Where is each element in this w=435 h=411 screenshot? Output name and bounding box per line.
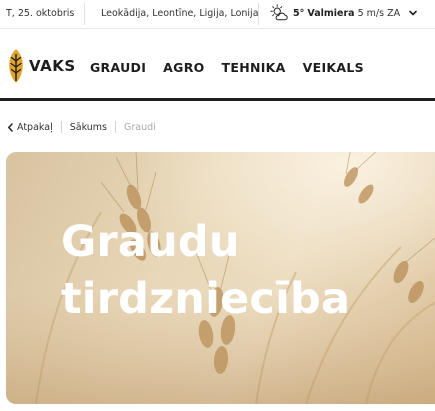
namedays-text: Leokādija, Leontīne, Ligija, Lonija [101, 8, 259, 19]
breadcrumb-current: Graudi [124, 121, 156, 133]
breadcrumb-separator [115, 121, 117, 133]
site-logo[interactable]: VAKS [6, 48, 76, 84]
breadcrumb: Atpakaļ Sākums Graudi [7, 120, 156, 134]
current-date: T, 25. oktobris [6, 8, 75, 19]
chevron-down-icon[interactable] [408, 8, 418, 18]
hero-banner: Graudu tirdzniecība [6, 152, 435, 404]
weather-wind: 5 m/s ZA [357, 7, 401, 19]
header-divider [0, 98, 435, 101]
weather-city: Valmiera [307, 7, 355, 19]
weather-widget[interactable]: 5° Valmiera 5 m/s ZA [270, 3, 418, 23]
logo-text: VAKS [29, 57, 76, 75]
breadcrumb-separator [60, 121, 62, 133]
weather-temperature: 5° [293, 7, 305, 19]
nav-item-graudi[interactable]: GRAUDI [90, 60, 146, 75]
hero-title-line-1: Graudu [61, 217, 240, 267]
breadcrumb-home[interactable]: Sākums [70, 122, 107, 133]
hero-title: Graudu tirdzniecība [61, 214, 350, 328]
back-label: Atpakaļ [17, 121, 53, 133]
nav-item-tehnika[interactable]: TEHNIKA [222, 60, 286, 75]
hero-title-line-2: tirdzniecība [61, 274, 351, 324]
nav-item-agro[interactable]: AGRO [163, 60, 204, 75]
divider [258, 3, 259, 25]
chevron-left-icon [8, 122, 13, 132]
partly-cloudy-icon [270, 4, 288, 21]
main-navigation: VAKS GRAUDI AGRO TEHNIKA VEIKALS [0, 28, 435, 99]
divider [84, 3, 85, 25]
nav-menu: GRAUDI AGRO TEHNIKA VEIKALS [90, 60, 381, 75]
back-link[interactable]: Atpakaļ [7, 122, 53, 133]
top-info-bar: T, 25. oktobris Leokādija, Leontīne, Lig… [0, 0, 435, 28]
nav-item-veikals[interactable]: VEIKALS [303, 60, 364, 75]
grain-leaf-logo-icon [9, 49, 23, 83]
